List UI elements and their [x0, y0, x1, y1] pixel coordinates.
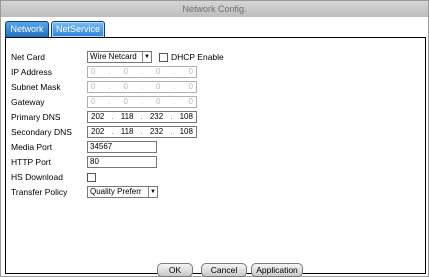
dot-separator: .	[140, 97, 144, 106]
http-port-label: HTTP Port	[11, 157, 51, 167]
ip-octet: 118	[120, 112, 134, 121]
ip-address-row: IP Address 0. 0. 0. 0	[11, 66, 411, 78]
transfer-policy-select[interactable]: Quality Preferr ▼	[87, 186, 158, 198]
dhcp-enable-checkbox[interactable]	[159, 53, 168, 62]
ip-octet: 202	[91, 127, 105, 136]
application-button[interactable]: Application	[251, 263, 303, 277]
subnet-mask-row: Subnet Mask 0. 0. 0. 0	[11, 81, 411, 93]
ip-octet: 0	[91, 97, 96, 106]
ip-octet: 0	[188, 97, 193, 106]
ip-octet: 0	[123, 97, 128, 106]
secondary-dns-label: Secondary DNS	[11, 127, 72, 137]
dot-separator: .	[170, 127, 173, 136]
media-port-input[interactable]: 34567	[87, 141, 157, 153]
dot-separator: .	[170, 112, 173, 121]
dot-separator: .	[111, 112, 114, 121]
dot-separator: .	[140, 112, 143, 121]
dot-separator: .	[173, 67, 176, 76]
dot-separator: .	[140, 67, 144, 76]
net-card-row: Net Card Wire Netcard ▼ DHCP Enable	[11, 51, 411, 63]
net-card-value: Wire Netcard	[90, 52, 137, 61]
primary-dns-field[interactable]: 202. 118. 232. 108	[87, 111, 197, 123]
hs-download-checkbox[interactable]	[87, 173, 96, 182]
subnet-mask-label: Subnet Mask	[11, 82, 61, 92]
net-card-label: Net Card	[11, 52, 46, 62]
dhcp-enable-label: DHCP Enable	[171, 52, 224, 62]
hs-download-label: HS Download	[11, 172, 63, 182]
dot-separator: .	[108, 67, 111, 76]
ip-octet: 0	[123, 67, 128, 76]
dot-separator: .	[173, 82, 176, 91]
media-port-row: Media Port 34567	[11, 141, 411, 153]
primary-dns-row: Primary DNS 202. 118. 232. 108	[11, 111, 411, 123]
ok-button[interactable]: OK	[157, 263, 193, 277]
chevron-down-icon[interactable]: ▼	[142, 52, 151, 62]
http-port-row: HTTP Port 80	[11, 156, 411, 168]
ip-octet: 108	[179, 112, 193, 121]
ip-octet: 0	[123, 82, 128, 91]
network-config-window: Network Config. Network NetService Net C…	[0, 0, 429, 277]
subnet-mask-field[interactable]: 0. 0. 0. 0	[87, 81, 197, 93]
gateway-field[interactable]: 0. 0. 0. 0	[87, 96, 197, 108]
tab-network[interactable]: Network	[5, 21, 49, 37]
secondary-dns-row: Secondary DNS 202. 118. 232. 108	[11, 126, 411, 138]
dot-separator: .	[108, 82, 111, 91]
ip-octet: 0	[156, 82, 161, 91]
ip-octet: 108	[179, 127, 193, 136]
dot-separator: .	[140, 127, 143, 136]
gateway-label: Gateway	[11, 97, 45, 107]
transfer-policy-row: Transfer Policy Quality Preferr ▼	[11, 186, 411, 198]
http-port-input[interactable]: 80	[87, 156, 157, 168]
ip-address-field[interactable]: 0. 0. 0. 0	[87, 66, 197, 78]
ip-octet: 0	[156, 97, 161, 106]
window-title: Network Config.	[1, 1, 428, 17]
dot-separator: .	[140, 82, 144, 91]
chevron-down-icon[interactable]: ▼	[148, 187, 157, 197]
dot-separator: .	[173, 97, 176, 106]
ip-octet: 118	[120, 127, 134, 136]
ip-octet: 0	[91, 82, 96, 91]
ip-address-label: IP Address	[11, 67, 52, 77]
primary-dns-label: Primary DNS	[11, 112, 61, 122]
cancel-button[interactable]: Cancel	[201, 263, 247, 277]
gateway-row: Gateway 0. 0. 0. 0	[11, 96, 411, 108]
dot-separator: .	[111, 127, 114, 136]
net-card-select[interactable]: Wire Netcard ▼	[87, 51, 152, 63]
ip-octet: 0	[156, 67, 161, 76]
ip-octet: 0	[188, 67, 193, 76]
media-port-label: Media Port	[11, 142, 53, 152]
secondary-dns-field[interactable]: 202. 118. 232. 108	[87, 126, 197, 138]
transfer-policy-label: Transfer Policy	[11, 187, 68, 197]
tab-netservice[interactable]: NetService	[51, 21, 105, 37]
settings-panel: Net Card Wire Netcard ▼ DHCP Enable IP A…	[5, 37, 426, 274]
ip-octet: 202	[91, 112, 105, 121]
ip-octet: 232	[149, 112, 164, 121]
ip-octet: 0	[188, 82, 193, 91]
transfer-policy-value: Quality Preferr	[90, 187, 142, 196]
ip-octet: 0	[91, 67, 96, 76]
ip-octet: 232	[149, 127, 164, 136]
hs-download-row: HS Download	[11, 171, 411, 183]
dot-separator: .	[108, 97, 111, 106]
